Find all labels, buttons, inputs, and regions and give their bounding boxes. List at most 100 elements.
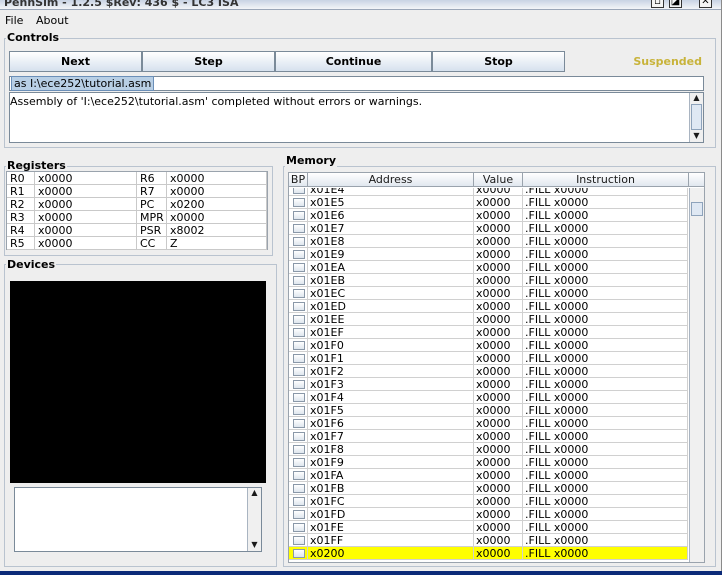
breakpoint-checkbox[interactable] xyxy=(293,198,305,207)
memory-row[interactable]: x01F7 x0000 .FILL x0000 xyxy=(289,430,688,443)
register-value[interactable]: x8002 xyxy=(167,224,267,237)
memory-row[interactable]: x01E9 x0000 .FILL x0000 xyxy=(289,248,688,261)
breakpoint-checkbox[interactable] xyxy=(293,432,305,441)
breakpoint-checkbox[interactable] xyxy=(293,380,305,389)
register-value[interactable]: x0000 xyxy=(35,185,137,198)
register-value[interactable]: Z xyxy=(167,237,267,250)
memory-row[interactable]: x01E7 x0000 .FILL x0000 xyxy=(289,222,688,235)
title-bar[interactable]: PennSim - 1.2.5 $Rev: 436 $ - LC3 ISA ▫ … xyxy=(0,0,721,10)
memory-row[interactable]: x01FA x0000 .FILL x0000 xyxy=(289,469,688,482)
memory-instruction: .FILL x0000 xyxy=(523,391,688,404)
memory-row[interactable]: x01E5 x0000 .FILL x0000 xyxy=(289,196,688,209)
console-scroll-thumb[interactable] xyxy=(691,104,702,130)
breakpoint-checkbox[interactable] xyxy=(293,536,305,545)
column-header-bp[interactable]: BP xyxy=(289,173,308,187)
breakpoint-checkbox[interactable] xyxy=(293,341,305,350)
breakpoint-checkbox[interactable] xyxy=(293,250,305,259)
register-value[interactable]: x0000 xyxy=(167,185,267,198)
memory-row[interactable]: x01F8 x0000 .FILL x0000 xyxy=(289,443,688,456)
breakpoint-checkbox[interactable] xyxy=(293,315,305,324)
breakpoint-checkbox[interactable] xyxy=(293,406,305,415)
scroll-up-icon[interactable]: ▲ xyxy=(690,93,703,103)
memory-row[interactable]: x01E4 x0000 .FILL x0000 xyxy=(289,188,688,196)
memory-row[interactable]: x01F3 x0000 .FILL x0000 xyxy=(289,378,688,391)
breakpoint-cell xyxy=(289,313,308,326)
breakpoint-checkbox[interactable] xyxy=(293,367,305,376)
breakpoint-checkbox[interactable] xyxy=(293,224,305,233)
continue-button[interactable]: Continue xyxy=(275,51,432,72)
memory-row[interactable]: x01F0 x0000 .FILL x0000 xyxy=(289,339,688,352)
breakpoint-checkbox[interactable] xyxy=(293,549,305,558)
close-icon[interactable]: ✕ xyxy=(699,0,712,8)
breakpoint-checkbox[interactable] xyxy=(293,484,305,493)
menu-about[interactable]: About xyxy=(36,14,69,27)
device-console[interactable]: ▲ ▼ xyxy=(14,487,262,552)
breakpoint-checkbox[interactable] xyxy=(293,510,305,519)
register-value[interactable]: x0000 xyxy=(167,211,267,224)
column-header-value[interactable]: Value xyxy=(474,173,523,187)
minimize-icon[interactable]: ▫ xyxy=(651,0,664,8)
memory-row[interactable]: x01F6 x0000 .FILL x0000 xyxy=(289,417,688,430)
device-console-scrollbar[interactable]: ▲ ▼ xyxy=(247,488,261,551)
register-value[interactable]: x0000 xyxy=(35,172,137,185)
breakpoint-checkbox[interactable] xyxy=(293,471,305,480)
memory-row[interactable]: x01ED x0000 .FILL x0000 xyxy=(289,300,688,313)
console-scrollbar[interactable]: ▲ ▼ xyxy=(689,93,703,142)
memory-row[interactable]: x01EE x0000 .FILL x0000 xyxy=(289,313,688,326)
register-value[interactable]: x0000 xyxy=(35,211,137,224)
breakpoint-checkbox[interactable] xyxy=(293,237,305,246)
memory-row[interactable]: x01FB x0000 .FILL x0000 xyxy=(289,482,688,495)
breakpoint-checkbox[interactable] xyxy=(293,328,305,337)
memory-row[interactable]: x01EA x0000 .FILL x0000 xyxy=(289,261,688,274)
breakpoint-checkbox[interactable] xyxy=(293,523,305,532)
memory-row[interactable]: x0200 x0000 .FILL x0000 xyxy=(289,547,688,560)
register-value[interactable]: x0000 xyxy=(35,237,137,250)
memory-row[interactable]: x01F4 x0000 .FILL x0000 xyxy=(289,391,688,404)
memory-row[interactable]: x01F2 x0000 .FILL x0000 xyxy=(289,365,688,378)
menu-file[interactable]: File xyxy=(5,14,23,27)
scroll-up-icon[interactable]: ▲ xyxy=(248,488,261,498)
register-value[interactable]: x0000 xyxy=(167,172,267,185)
register-value[interactable]: x0000 xyxy=(35,198,137,211)
breakpoint-checkbox[interactable] xyxy=(293,354,305,363)
breakpoint-checkbox[interactable] xyxy=(293,188,305,194)
memory-value: x0000 xyxy=(474,209,523,222)
scroll-down-icon[interactable]: ▼ xyxy=(690,131,703,141)
register-value[interactable]: x0200 xyxy=(167,198,267,211)
memory-row[interactable]: x01F9 x0000 .FILL x0000 xyxy=(289,456,688,469)
memory-scroll-thumb[interactable] xyxy=(691,202,703,216)
stop-button[interactable]: Stop xyxy=(432,51,565,72)
memory-row[interactable]: x01FF x0000 .FILL x0000 xyxy=(289,534,688,547)
console-output[interactable]: Assembly of 'I:\ece252\tutorial.asm' com… xyxy=(9,92,704,143)
memory-scrollbar[interactable] xyxy=(689,188,704,562)
memory-row[interactable]: x01F1 x0000 .FILL x0000 xyxy=(289,352,688,365)
breakpoint-checkbox[interactable] xyxy=(293,497,305,506)
memory-row[interactable]: x01FC x0000 .FILL x0000 xyxy=(289,495,688,508)
column-header-address[interactable]: Address xyxy=(308,173,474,187)
memory-row[interactable]: x01EB x0000 .FILL x0000 xyxy=(289,274,688,287)
scroll-down-icon[interactable]: ▼ xyxy=(248,540,261,550)
memory-row[interactable]: x01EC x0000 .FILL x0000 xyxy=(289,287,688,300)
breakpoint-checkbox[interactable] xyxy=(293,302,305,311)
breakpoint-checkbox[interactable] xyxy=(293,263,305,272)
column-header-instruction[interactable]: Instruction xyxy=(523,173,689,187)
breakpoint-checkbox[interactable] xyxy=(293,393,305,402)
register-value[interactable]: x0000 xyxy=(35,224,137,237)
breakpoint-checkbox[interactable] xyxy=(293,445,305,454)
step-button[interactable]: Step xyxy=(142,51,275,72)
command-input[interactable]: as I:\ece252\tutorial.asm xyxy=(9,76,704,91)
breakpoint-checkbox[interactable] xyxy=(293,458,305,467)
memory-row[interactable]: x01E8 x0000 .FILL x0000 xyxy=(289,235,688,248)
memory-row[interactable]: x01F5 x0000 .FILL x0000 xyxy=(289,404,688,417)
breakpoint-checkbox[interactable] xyxy=(293,289,305,298)
memory-row[interactable]: x01E6 x0000 .FILL x0000 xyxy=(289,209,688,222)
memory-row[interactable]: x01FD x0000 .FILL x0000 xyxy=(289,508,688,521)
breakpoint-checkbox[interactable] xyxy=(293,211,305,220)
next-button[interactable]: Next xyxy=(9,51,142,72)
breakpoint-checkbox[interactable] xyxy=(293,276,305,285)
memory-row[interactable]: x01EF x0000 .FILL x0000 xyxy=(289,326,688,339)
memory-row[interactable]: x01FE x0000 .FILL x0000 xyxy=(289,521,688,534)
breakpoint-cell xyxy=(289,326,308,339)
breakpoint-checkbox[interactable] xyxy=(293,419,305,428)
maximize-icon[interactable]: ◪ xyxy=(669,0,682,8)
